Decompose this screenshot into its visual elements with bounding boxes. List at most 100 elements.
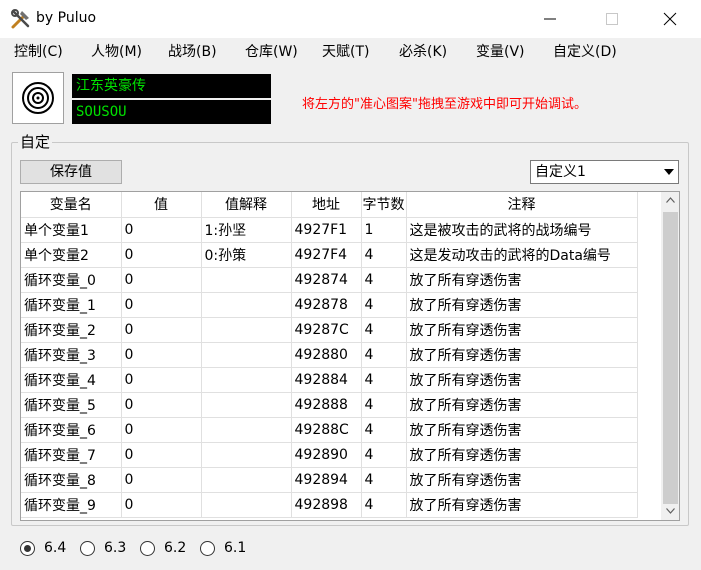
game-name-display: 江东英豪传 — [72, 74, 271, 98]
crosshair-drag-handle[interactable] — [12, 72, 64, 124]
cell-comment: 放了所有穿透伤害 — [406, 392, 638, 418]
cell-value[interactable]: 0 — [121, 217, 202, 243]
crosshair-target-icon — [22, 82, 54, 114]
cell-comment: 这是被攻击的武将的战场编号 — [406, 217, 638, 243]
menu-talent[interactable]: 天赋(T) — [322, 41, 369, 61]
cell-meaning — [201, 492, 292, 518]
cell-value[interactable]: 0 — [121, 317, 202, 343]
cell-comment: 放了所有穿透伤害 — [406, 367, 638, 393]
maximize-icon — [606, 13, 618, 25]
cell-value[interactable]: 0 — [121, 342, 202, 368]
variable-table: 变量名 值 值解释 地址 字节数 注释 单个变量1 0 1:孙坚 4927F1 1 这是被… — [20, 191, 680, 521]
column-header-bytes[interactable]: 字节数 — [361, 192, 407, 218]
menu-battlefield[interactable]: 战场(B) — [168, 41, 217, 61]
cell-address: 4927F4 — [291, 242, 362, 268]
cell-comment: 放了所有穿透伤害 — [406, 467, 638, 493]
cell-meaning — [201, 467, 292, 493]
radio-circle[interactable] — [200, 541, 215, 556]
close-icon — [663, 12, 677, 26]
cell-name: 循环变量_8 — [21, 467, 122, 493]
cell-address: 492880 — [291, 342, 362, 368]
cell-value[interactable]: 0 — [121, 492, 202, 518]
cell-value[interactable]: 0 — [121, 267, 202, 293]
table-row[interactable]: 循环变量_0 0 492874 4 放了所有穿透伤害 — [21, 267, 638, 293]
cell-name: 单个变量1 — [21, 217, 122, 243]
cell-name: 循环变量_0 — [21, 267, 122, 293]
minimize-button[interactable] — [527, 0, 573, 38]
cell-bytes: 4 — [361, 417, 407, 443]
cell-bytes: 4 — [361, 392, 407, 418]
window-title: by Puluo — [36, 10, 97, 26]
cell-meaning — [201, 392, 292, 418]
column-header-comment[interactable]: 注释 — [406, 192, 638, 218]
radio-label: 6.4 — [44, 540, 67, 556]
table-row[interactable]: 循环变量_5 0 492888 4 放了所有穿透伤害 — [21, 392, 638, 418]
cell-bytes: 4 — [361, 492, 407, 518]
cell-name: 循环变量_6 — [21, 417, 122, 443]
radio-circle[interactable] — [20, 541, 35, 556]
cell-value[interactable]: 0 — [121, 392, 202, 418]
cell-name: 循环变量_7 — [21, 442, 122, 468]
cell-bytes: 4 — [361, 242, 407, 268]
radio-circle[interactable] — [140, 541, 155, 556]
cell-address: 492898 — [291, 492, 362, 518]
menu-variable[interactable]: 变量(V) — [476, 41, 525, 61]
column-header-value[interactable]: 值 — [121, 192, 202, 218]
custom-preset-select[interactable]: 自定义1 — [530, 160, 679, 184]
menu-skill[interactable]: 必杀(K) — [399, 41, 447, 61]
close-button[interactable] — [647, 0, 693, 38]
scroll-up-icon[interactable] — [666, 197, 675, 203]
column-header-meaning[interactable]: 值解释 — [201, 192, 292, 218]
title-bar: by Puluo — [0, 0, 701, 38]
menu-control[interactable]: 控制(C) — [14, 41, 63, 61]
cell-address: 492878 — [291, 292, 362, 318]
cell-bytes: 4 — [361, 317, 407, 343]
scroll-down-icon[interactable] — [666, 508, 675, 514]
cell-name: 循环变量_4 — [21, 367, 122, 393]
radio-circle[interactable] — [80, 541, 95, 556]
cell-bytes: 4 — [361, 292, 407, 318]
group-title: 自定 — [18, 131, 53, 152]
vertical-scrollbar[interactable] — [661, 192, 679, 520]
table-row[interactable]: 循环变量_9 0 492898 4 放了所有穿透伤害 — [21, 492, 638, 518]
cell-name: 单个变量2 — [21, 242, 122, 268]
minimize-icon — [544, 18, 556, 20]
table-row[interactable]: 单个变量2 0 0:孙策 4927F4 4 这是发动攻击的武将的Data编号 — [21, 242, 638, 268]
cell-comment: 这是发动攻击的武将的Data编号 — [406, 242, 638, 268]
menu-custom[interactable]: 自定义(D) — [553, 41, 617, 61]
menu-character[interactable]: 人物(M) — [91, 41, 142, 61]
cell-value[interactable]: 0 — [121, 367, 202, 393]
menu-warehouse[interactable]: 仓库(W) — [245, 41, 298, 61]
cell-meaning — [201, 292, 292, 318]
radio-label: 6.1 — [224, 540, 247, 556]
table-row[interactable]: 循环变量_3 0 492880 4 放了所有穿透伤害 — [21, 342, 638, 368]
cell-address: 492888 — [291, 392, 362, 418]
cell-address: 492894 — [291, 467, 362, 493]
cell-name: 循环变量_9 — [21, 492, 122, 518]
table-row[interactable]: 循环变量_1 0 492878 4 放了所有穿透伤害 — [21, 292, 638, 318]
cell-address: 492884 — [291, 367, 362, 393]
cell-bytes: 4 — [361, 342, 407, 368]
maximize-button[interactable] — [589, 0, 635, 38]
column-header-name[interactable]: 变量名 — [21, 192, 122, 218]
table-row[interactable]: 单个变量1 0 1:孙坚 4927F1 1 这是被攻击的武将的战场编号 — [21, 217, 638, 243]
table-row[interactable]: 循环变量_7 0 492890 4 放了所有穿透伤害 — [21, 442, 638, 468]
cell-value[interactable]: 0 — [121, 242, 202, 268]
table-row[interactable]: 循环变量_8 0 492894 4 放了所有穿透伤害 — [21, 467, 638, 493]
select-value: 自定义1 — [535, 164, 586, 180]
radio-dot — [24, 545, 31, 552]
cell-value[interactable]: 0 — [121, 442, 202, 468]
table-row[interactable]: 循环变量_6 0 49288C 4 放了所有穿透伤害 — [21, 417, 638, 443]
table-row[interactable]: 循环变量_4 0 492884 4 放了所有穿透伤害 — [21, 367, 638, 393]
cell-value[interactable]: 0 — [121, 292, 202, 318]
table-row[interactable]: 循环变量_2 0 49287C 4 放了所有穿透伤害 — [21, 317, 638, 343]
cell-bytes: 4 — [361, 442, 407, 468]
column-header-address[interactable]: 地址 — [291, 192, 362, 218]
cell-bytes: 4 — [361, 267, 407, 293]
radio-label: 6.2 — [164, 540, 187, 556]
save-values-button[interactable]: 保存值 — [20, 160, 122, 184]
scrollbar-thumb[interactable] — [663, 212, 678, 504]
cell-value[interactable]: 0 — [121, 417, 202, 443]
cell-value[interactable]: 0 — [121, 467, 202, 493]
cell-meaning — [201, 367, 292, 393]
